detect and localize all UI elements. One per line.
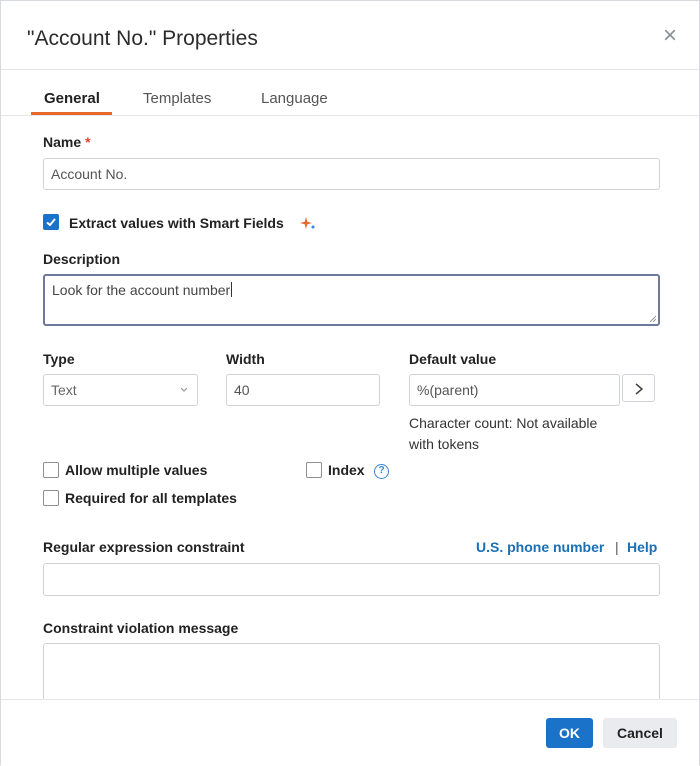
violation-textarea[interactable]: [43, 643, 660, 703]
smart-fields-checkbox[interactable]: [43, 214, 59, 230]
default-value-picker-button[interactable]: [622, 374, 655, 402]
allow-multiple-checkbox[interactable]: [43, 462, 59, 478]
name-label: Name *: [43, 134, 91, 150]
required-all-checkbox[interactable]: [43, 490, 59, 506]
type-select[interactable]: Text: [43, 374, 198, 406]
regex-help-link[interactable]: Help: [627, 539, 657, 555]
name-label-text: Name: [43, 134, 82, 150]
regex-label: Regular expression constraint: [43, 539, 245, 555]
name-input[interactable]: [43, 158, 660, 190]
resize-grip-icon[interactable]: [648, 314, 656, 322]
index-checkbox[interactable]: [306, 462, 322, 478]
smart-fields-label: Extract values with Smart Fields: [69, 215, 284, 231]
width-label: Width: [226, 351, 265, 367]
properties-dialog: "Account No." Properties × General Templ…: [0, 0, 700, 766]
type-selected-value: Text: [51, 382, 77, 398]
required-marker: *: [85, 134, 91, 150]
dialog-header: "Account No." Properties ×: [1, 1, 699, 70]
tab-general[interactable]: General: [44, 90, 100, 107]
text-caret: [231, 282, 233, 297]
active-tab-indicator: [31, 112, 112, 115]
allow-multiple-label: Allow multiple values: [65, 462, 208, 478]
chevron-down-icon: [180, 387, 188, 392]
regex-input[interactable]: [43, 563, 660, 596]
char-count-line2: with tokens: [409, 436, 480, 452]
chevron-right-icon: [635, 383, 644, 395]
cancel-button[interactable]: Cancel: [603, 718, 677, 748]
close-icon[interactable]: ×: [659, 24, 681, 48]
phone-number-link[interactable]: U.S. phone number: [476, 539, 604, 555]
description-label: Description: [43, 251, 121, 267]
help-icon[interactable]: ?: [374, 464, 389, 479]
dialog-footer: OK Cancel: [1, 699, 699, 766]
tab-language[interactable]: Language: [261, 90, 328, 107]
default-value-label: Default value: [409, 351, 497, 367]
description-value: Look for the account number: [52, 282, 231, 298]
width-input[interactable]: [226, 374, 380, 406]
dialog-title: "Account No." Properties: [27, 27, 258, 50]
required-all-label: Required for all templates: [65, 490, 237, 506]
tab-bar: General Templates Language: [1, 69, 699, 116]
sparkle-icon: [300, 215, 316, 236]
description-textarea[interactable]: Look for the account number: [43, 274, 660, 326]
type-label: Type: [43, 351, 75, 367]
tab-templates[interactable]: Templates: [143, 90, 211, 107]
ok-button[interactable]: OK: [546, 718, 593, 748]
violation-label: Constraint violation message: [43, 620, 239, 636]
char-count-line1: Character count: Not available: [409, 415, 598, 431]
default-value-input[interactable]: [409, 374, 620, 406]
index-label: Index: [328, 462, 365, 478]
link-separator: |: [615, 539, 619, 555]
